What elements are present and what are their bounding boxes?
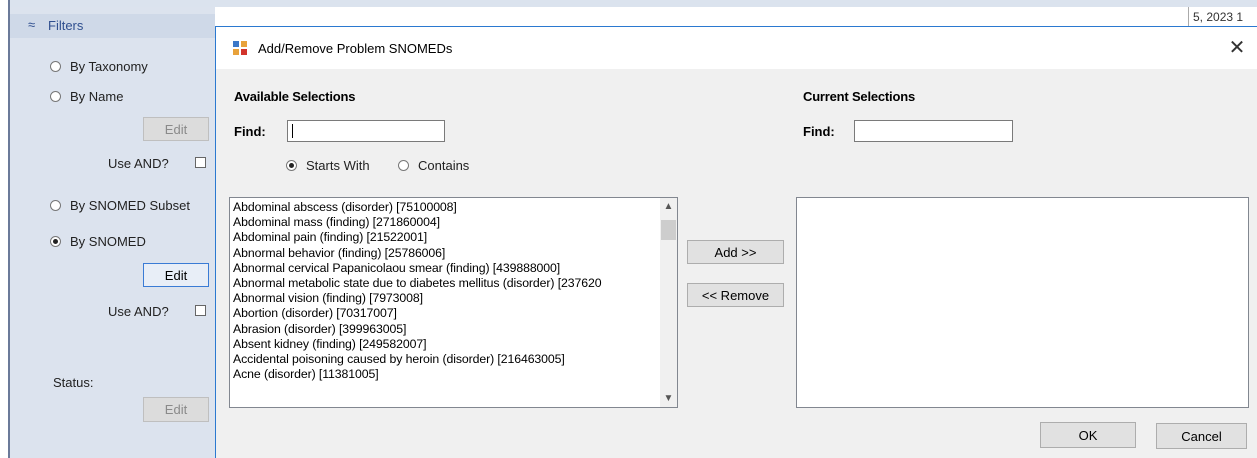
current-listbox[interactable] [796,197,1249,408]
use-and-checkbox[interactable] [195,305,206,316]
listbox-scrollbar[interactable]: ▲ ▼ [660,198,677,407]
radio-circle-icon[interactable] [50,200,61,211]
current-find-label: Find: [803,124,835,139]
cancel-button[interactable]: Cancel [1156,423,1247,449]
radio-label: By Name [70,89,124,104]
radio-circle-icon[interactable] [50,236,61,247]
list-item[interactable]: Abnormal metabolic state due to diabetes… [230,276,677,291]
filters-panel [10,7,215,458]
list-item[interactable]: Abdominal pain (finding) [21522001] [230,230,677,245]
dialog-window: Add/Remove Problem SNOMEDs ✕ Available S… [215,26,1257,458]
available-items: Abdominal abscess (disorder) [75100008] A… [230,198,677,382]
status-label: Status: [53,375,94,390]
mode-starts-with[interactable]: Starts With [286,158,370,173]
list-item[interactable]: Accidental poisoning caused by heroin (d… [230,352,677,367]
list-item[interactable]: Abortion (disorder) [70317007] [230,306,677,321]
list-item[interactable]: Acne (disorder) [11381005] [230,367,677,382]
list-item[interactable]: Abnormal behavior (finding) [25786006] [230,246,677,261]
add-button[interactable]: Add >> [687,240,784,264]
use-and-label: Use AND? [108,156,169,171]
radio-label: By SNOMED [70,234,146,249]
scroll-down-icon[interactable]: ▼ [660,390,677,407]
mode-label: Contains [418,158,470,173]
use-and-label: Use AND? [108,304,169,319]
available-find-label: Find: [234,124,266,139]
current-find-input[interactable] [854,120,1013,142]
radio-label: By Taxonomy [70,59,148,74]
collapse-chevron-icon[interactable]: ≈ [28,17,35,32]
dialog-title: Add/Remove Problem SNOMEDs [258,41,453,56]
filters-header[interactable]: ≈ Filters [10,14,215,38]
radio-by-snomed-subset[interactable]: By SNOMED Subset [50,198,190,213]
ok-button[interactable]: OK [1040,422,1136,448]
scroll-thumb[interactable] [661,220,676,240]
background-toolbar [10,0,1257,7]
list-item[interactable]: Abnormal cervical Papanicolaou smear (fi… [230,261,677,276]
available-listbox[interactable]: Abdominal abscess (disorder) [75100008] A… [229,197,678,408]
edit-button-snomed[interactable]: Edit [143,263,209,287]
close-icon[interactable]: ✕ [1227,35,1247,60]
use-and-checkbox[interactable] [195,157,206,168]
radio-label: By SNOMED Subset [70,198,190,213]
available-heading: Available Selections [234,89,356,104]
date-field-partial: 5, 2023 1 [1188,7,1257,27]
filters-title: Filters [48,18,84,33]
remove-button[interactable]: << Remove [687,283,784,307]
available-find-input[interactable] [287,120,445,142]
dialog-titlebar[interactable]: Add/Remove Problem SNOMEDs ✕ [216,27,1257,69]
radio-circle-icon[interactable] [50,91,61,102]
mode-label: Starts With [306,158,370,173]
list-item[interactable]: Abrasion (disorder) [399963005] [230,322,677,337]
text-caret [292,124,293,138]
radio-circle-icon[interactable] [286,160,297,171]
scroll-up-icon[interactable]: ▲ [660,198,677,215]
mode-contains[interactable]: Contains [398,158,469,173]
radio-by-taxonomy[interactable]: By Taxonomy [50,59,148,74]
radio-by-snomed[interactable]: By SNOMED [50,234,146,249]
current-heading: Current Selections [803,89,915,104]
radio-circle-icon[interactable] [398,160,409,171]
list-item[interactable]: Abnormal vision (finding) [7973008] [230,291,677,306]
window-edge [0,0,8,458]
radio-circle-icon[interactable] [50,61,61,72]
edit-button-status[interactable]: Edit [143,397,209,422]
list-item[interactable]: Absent kidney (finding) [249582007] [230,337,677,352]
radio-by-name[interactable]: By Name [50,89,123,104]
list-item[interactable]: Abdominal abscess (disorder) [75100008] [230,200,677,215]
app-icon [233,41,247,55]
list-item[interactable]: Abdominal mass (finding) [271860004] [230,215,677,230]
edit-button-name[interactable]: Edit [143,117,209,141]
